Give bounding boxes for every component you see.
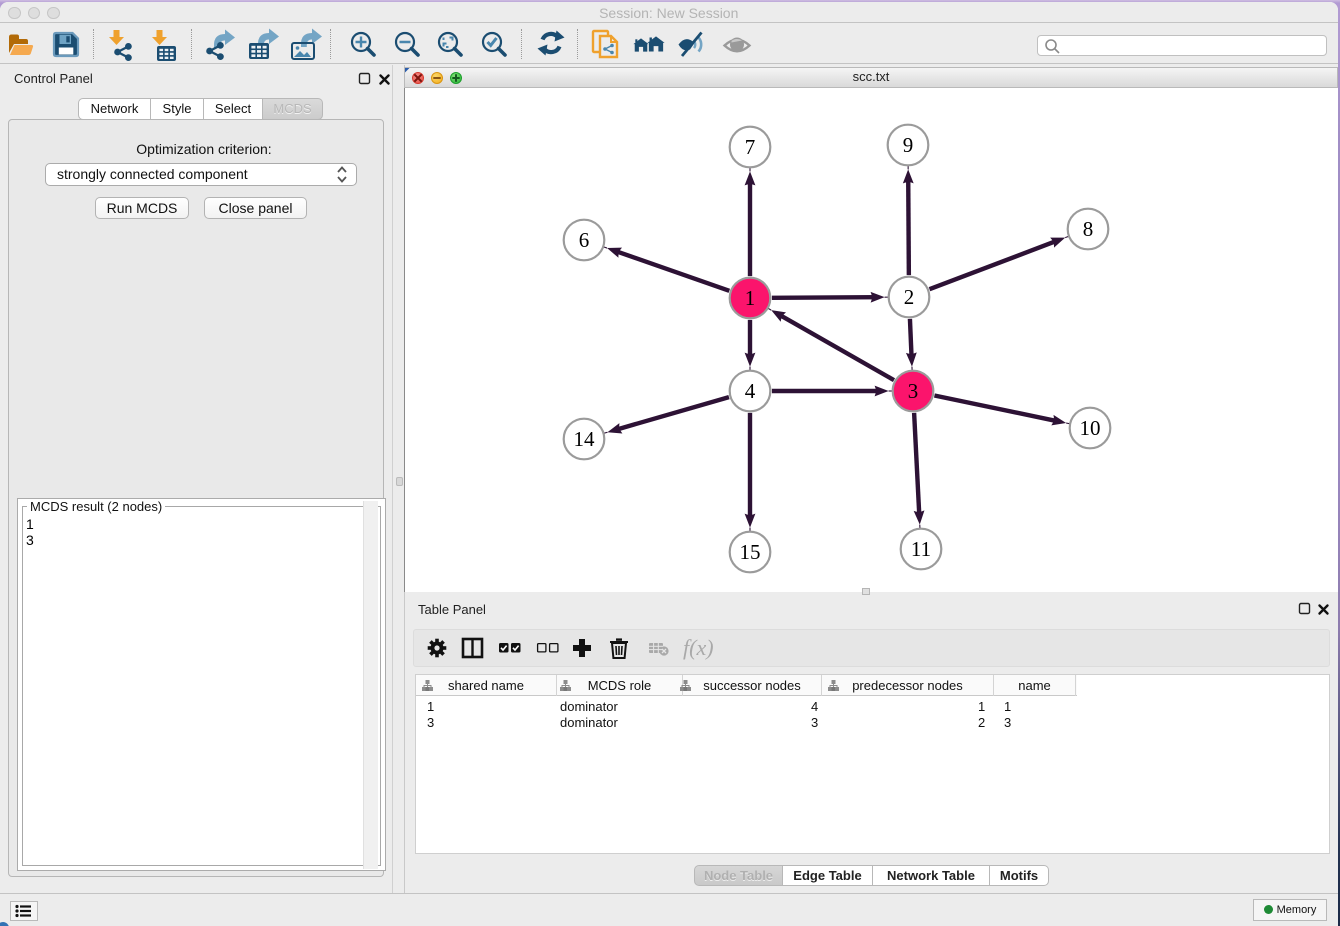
svg-text:15: 15 — [739, 540, 760, 564]
svg-text:4: 4 — [744, 379, 755, 403]
svg-text:9: 9 — [902, 133, 913, 157]
svg-text:6: 6 — [578, 228, 589, 252]
svg-text:14: 14 — [573, 427, 595, 451]
svg-text:2: 2 — [903, 285, 914, 309]
svg-text:7: 7 — [744, 135, 755, 159]
svg-text:11: 11 — [910, 537, 930, 561]
svg-text:10: 10 — [1079, 416, 1100, 440]
svg-text:3: 3 — [907, 379, 918, 403]
svg-text:8: 8 — [1082, 217, 1093, 241]
svg-text:1: 1 — [744, 286, 755, 310]
svg-text:f(x): f(x) — [683, 635, 714, 660]
